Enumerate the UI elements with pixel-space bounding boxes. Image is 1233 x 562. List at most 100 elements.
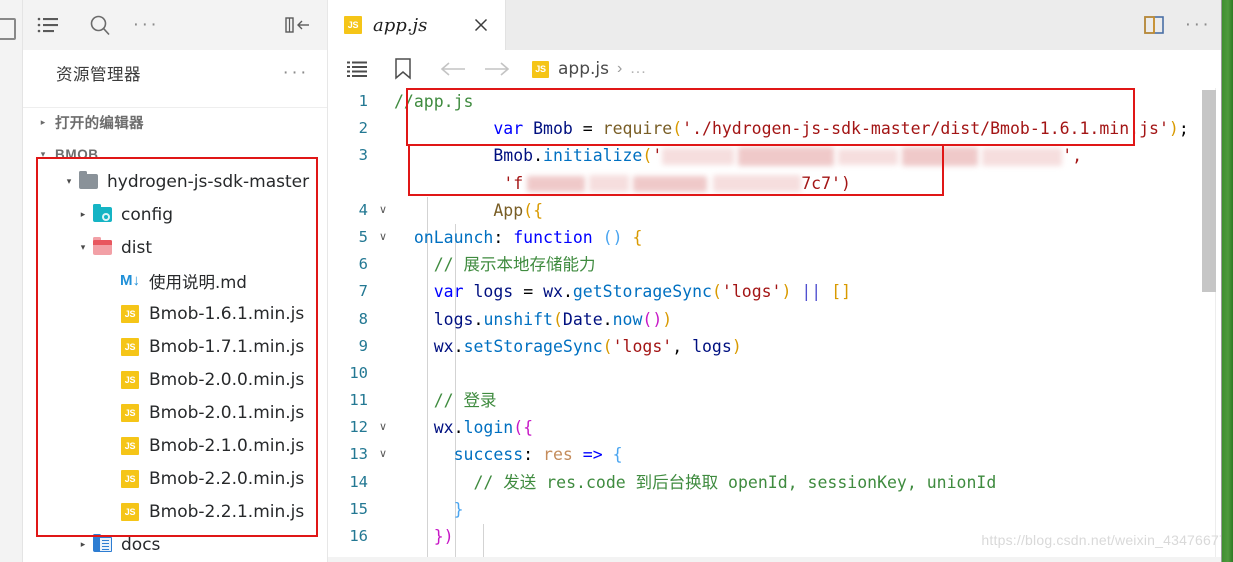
code-token-function: App (493, 200, 524, 220)
breadcrumb-bar: JS app.js › ... (328, 50, 1233, 88)
line-number: 8 (358, 309, 368, 328)
sidebar-title-row: 资源管理器 ··· (23, 50, 327, 96)
chevron-down-icon[interactable]: ▾ (75, 242, 91, 253)
tree-item-bmob-1-7-1[interactable]: . JS Bmob-1.7.1.min.js (23, 330, 327, 363)
code-token-string: 'logs' (612, 336, 673, 356)
code-token-identifier: wx (543, 282, 563, 302)
fold-chevron-icon[interactable]: ∨ (372, 197, 394, 224)
breadcrumb-file[interactable]: app.js (558, 59, 609, 79)
chevron-right-icon[interactable]: ▸ (75, 209, 91, 220)
code-token-semicolon: ; (1178, 119, 1189, 139)
js-icon: JS (344, 16, 362, 34)
tree-item-hydrogen-js-sdk-master[interactable]: ▾ hydrogen-js-sdk-master (23, 165, 327, 198)
code-token-brace: { (632, 227, 643, 247)
navigate-back-icon[interactable] (438, 54, 468, 84)
code-line: 4 ∨ App({ (328, 197, 1233, 224)
code-token-identifier: Date (562, 309, 603, 329)
code-token-identifier: wx (433, 418, 454, 438)
line-number: 2 (358, 119, 368, 138)
code-line: 7 var logs = wx.getStorageSync('logs') |… (328, 278, 1233, 305)
spacer-icon: . (103, 441, 119, 451)
js-badge: JS (121, 403, 139, 422)
code-token-keyword: function (513, 227, 593, 247)
code-line: 12 ∨ wx.login({ (328, 414, 1233, 441)
section-opened-editors[interactable]: ▸ 打开的编辑器 (23, 107, 327, 136)
sidebar-title-more-icon[interactable]: ··· (283, 62, 309, 84)
spacer-icon: . (103, 309, 119, 319)
tree-item-bmob-1-6-1[interactable]: . JS Bmob-1.6.1.min.js (23, 297, 327, 330)
tab-app-js[interactable]: JS app.js (328, 0, 506, 50)
code-token-paren: () (602, 227, 623, 247)
code-line: 10 (328, 360, 1233, 387)
code-token-method: setStorageSync (463, 336, 603, 356)
js-icon: JS (119, 502, 141, 522)
tree-item-label: Bmob-2.2.1.min.js (149, 501, 305, 522)
code-token-comment: // 登录 (433, 391, 497, 411)
tree-item-dist[interactable]: ▾ dist (23, 231, 327, 264)
code-token-method: now (612, 309, 643, 329)
code-token-identifier: logs (692, 336, 732, 356)
fold-chevron-icon[interactable]: ∨ (372, 224, 394, 251)
more-actions-icon[interactable]: ··· (1181, 8, 1215, 42)
tree-item-bmob-2-1-0[interactable]: . JS Bmob-2.1.0.min.js (23, 429, 327, 462)
chevron-right-icon[interactable]: ▸ (75, 539, 91, 550)
line-number: 1 (358, 92, 368, 110)
tree-item-bmob-2-0-1[interactable]: . JS Bmob-2.0.1.min.js (23, 396, 327, 429)
editor-scrollbar-thumb[interactable] (1202, 90, 1216, 292)
js-icon: JS (119, 436, 141, 456)
line-number: 11 (349, 391, 368, 410)
navigate-forward-icon[interactable] (482, 54, 512, 84)
outline-icon[interactable] (342, 54, 372, 84)
list-icon[interactable] (31, 8, 65, 42)
line-number: 6 (358, 255, 368, 274)
tree-item-bmob-2-2-1[interactable]: . JS Bmob-2.2.1.min.js (23, 495, 327, 528)
fold-chevron-icon[interactable]: ∨ (372, 441, 394, 468)
line-number: 14 (349, 472, 368, 491)
folder-docs-icon (91, 534, 113, 555)
activity-bar (0, 0, 23, 562)
code-token-colon: : (523, 445, 534, 465)
bookmark-icon[interactable] (388, 54, 418, 84)
code-token-comment: // 展示本地存储能力 (433, 255, 596, 275)
chevron-down-icon[interactable]: ▾ (61, 176, 77, 187)
breadcrumb-more[interactable]: ... (630, 60, 646, 78)
explorer-icon[interactable] (0, 18, 16, 40)
section-bmob[interactable]: ▾ BMOB (23, 140, 327, 168)
code-line: 6 // 展示本地存储能力 (328, 251, 1233, 278)
line-number: 7 (358, 282, 368, 301)
code-token-keyword: var (433, 282, 464, 302)
tree-item-readme-md[interactable]: . M↓ 使用说明.md (23, 264, 327, 297)
tree-item-label: Bmob-2.2.0.min.js (149, 468, 305, 489)
tree-item-docs[interactable]: ▸ docs (23, 528, 327, 561)
more-dots: ··· (1184, 14, 1212, 35)
more-dots: ··· (132, 14, 160, 35)
code-token-string: 'logs' (721, 282, 782, 302)
code-token-arrow: => (582, 445, 603, 465)
editor-tabs-bar: JS app.js ··· (328, 0, 1233, 50)
editor-bottom-edge (328, 557, 1222, 562)
close-icon[interactable] (471, 15, 491, 35)
fold-chevron-icon[interactable]: ∨ (372, 414, 394, 441)
spacer-icon: . (103, 507, 119, 517)
code-token-identifier: logs (433, 309, 474, 329)
vscode-window: ··· 资源管理器 ··· ▸ 打开的编辑器 ▾ BMOB ▾ hydrogen… (0, 0, 1233, 562)
tree-item-label: Bmob-1.7.1.min.js (149, 336, 305, 357)
split-editor-icon[interactable] (1137, 8, 1171, 42)
code-line: 8 logs.unshift(Date.now()) (328, 306, 1233, 333)
spacer-icon: . (103, 408, 119, 418)
line-number: 16 (349, 527, 368, 545)
code-token-brace: { (612, 445, 623, 465)
line-number: 13 (349, 445, 368, 464)
collapse-sidebar-icon[interactable] (281, 8, 315, 42)
more-icon[interactable]: ··· (129, 8, 163, 42)
sidebar: ··· 资源管理器 ··· ▸ 打开的编辑器 ▾ BMOB ▾ hydrogen… (23, 0, 346, 562)
code-token-paren: ) (1168, 119, 1179, 139)
js-icon: JS (119, 304, 141, 324)
tree-item-config[interactable]: ▸ config (23, 198, 327, 231)
code-line: 9 wx.setStorageSync('logs', logs) (328, 333, 1233, 360)
tree-item-bmob-2-2-0[interactable]: . JS Bmob-2.2.0.min.js (23, 462, 327, 495)
search-icon[interactable] (83, 8, 117, 42)
code-editor[interactable]: 1 //app.js 2 var Bmob = require('./hydro… (328, 88, 1233, 562)
tree-item-bmob-2-0-0[interactable]: . JS Bmob-2.0.0.min.js (23, 363, 327, 396)
section-bmob-label: BMOB (55, 146, 99, 162)
